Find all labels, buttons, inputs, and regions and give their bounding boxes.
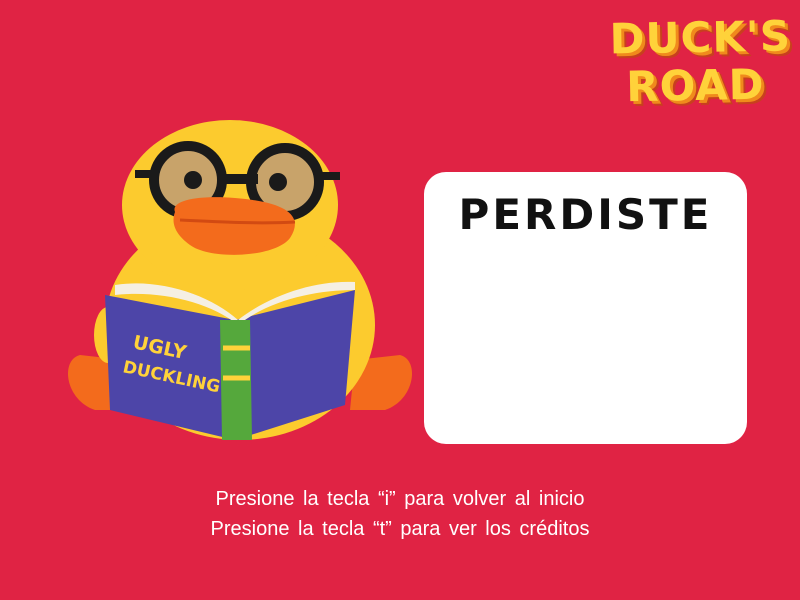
- instruction-credits: Presione la tecla “t” para ver los crédi…: [210, 518, 590, 540]
- logo-line-2: ROAD: [625, 59, 765, 112]
- instruction-restart: Presione la tecla “i” para volver al ini…: [215, 488, 585, 510]
- logo-line-1: DUCK'S: [609, 11, 792, 64]
- result-title: PERDISTE: [458, 190, 713, 239]
- instructions: Presione la tecla “i” para volver al ini…: [0, 484, 800, 544]
- result-panel: PERDISTE: [424, 172, 747, 444]
- duck-reading-illustration: UGLY DUCKLING: [68, 120, 412, 440]
- game-logo: DUCK'S ROAD: [609, 11, 792, 112]
